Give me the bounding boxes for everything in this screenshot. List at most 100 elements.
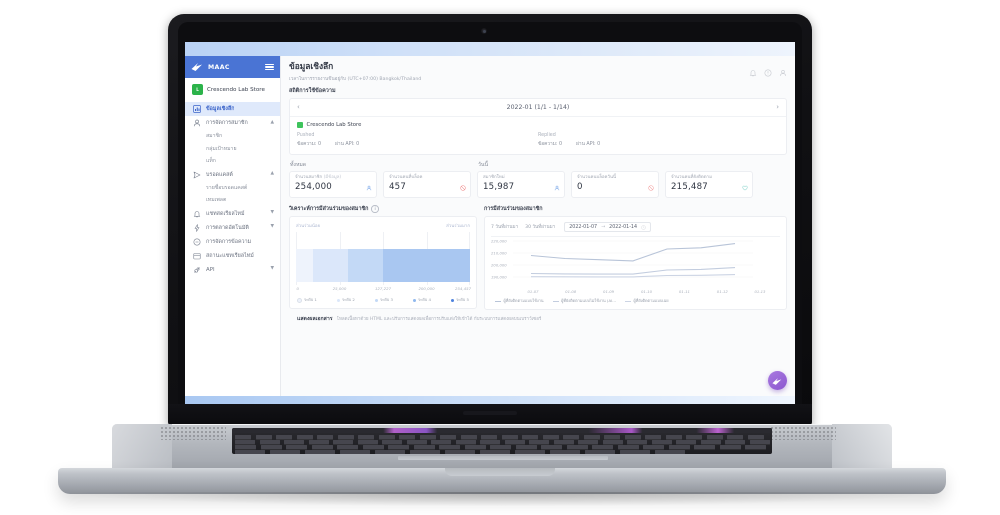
bell-icon (192, 210, 201, 218)
metric-messages: ข้อความ: 0 (538, 142, 563, 147)
user-icon (192, 119, 201, 127)
sidebar-subitem-template[interactable]: เทมเพลต (185, 194, 280, 207)
user-icon (366, 176, 372, 190)
x-tick: 01-08 (565, 289, 577, 294)
x-tick: 254,457 (454, 286, 472, 291)
section-label-message-stats: สถิติการใช้ข้อความ (289, 88, 336, 94)
chevron-up-icon[interactable]: ▲ (270, 172, 274, 177)
sidebar-subitem-tags[interactable]: แท็ก (185, 155, 280, 168)
y-axis-labels: 220,000 210,000 200,000 190,000 (491, 237, 513, 285)
x-tick: 01-12 (716, 289, 728, 294)
date-range-picker[interactable]: 2022-01-07 → 2022-01-14 (564, 222, 652, 232)
column-metrics: ข้อความ: 0 ผ่าน API: 0 (297, 140, 538, 148)
legend-item[interactable]: ระดับ 3 (375, 297, 393, 303)
x-tick: 01-09 (603, 289, 615, 294)
stat-card-new-members: สมาชิกใหม่ 15,987 (477, 171, 565, 198)
stats-group-label: ทั้งหมด (290, 162, 307, 168)
high-engagement-label: ส่วนร่วมมาก (446, 224, 470, 229)
stat-header: จำนวนคนบล็อควันนี้ (577, 175, 653, 181)
legend-item[interactable]: ระดับ 5 (451, 297, 469, 303)
sidebar-item-realtime-status[interactable]: สถานะแชทเรียลไทม์ (185, 249, 280, 263)
legend-item[interactable]: ระดับ 2 (337, 297, 355, 303)
calendar-icon (192, 252, 201, 260)
stat-value: 15,987 (483, 182, 515, 193)
chat-support-fab[interactable] (768, 371, 787, 390)
stat-header: จำนวนคนที่บล็อค (389, 174, 465, 181)
screen-top-gradient (185, 42, 795, 56)
series-line-idle (530, 274, 736, 278)
application-window: MAAC L Crescendo Lab Store ข้อมูลเชิงลึก… (185, 56, 795, 396)
sidebar-item-api[interactable]: API ▼ (185, 263, 280, 277)
sidebar-item-message-management[interactable]: การจัดการข้อความ (185, 235, 280, 249)
sidebar-subitem-broadcast-list[interactable]: รายชื่อบรอดแคสต์ (185, 182, 280, 195)
sidebar-subitem-members[interactable]: สมาชิก (185, 130, 280, 143)
sidebar-item-member-management[interactable]: การจัดการสมาชิก ▲ (185, 116, 280, 130)
store-badge: L (192, 84, 203, 95)
hamburger-menu-icon[interactable] (265, 63, 274, 71)
tab-7-days[interactable]: 7 วันที่ผ่านมา (491, 224, 518, 231)
replied-column: Replied ข้อความ: 0 ผ่าน API: 0 (538, 133, 779, 148)
send-icon (192, 171, 201, 179)
timezone-note: เวลาในการรายงานขึ้นอยู่กับ (UTC+07:00) B… (289, 77, 422, 82)
maac-logo-icon (191, 62, 204, 73)
store-selector[interactable]: L Crescendo Lab Store (185, 78, 280, 101)
user-icon (554, 176, 560, 190)
sidebar-item-marketing-automation[interactable]: การตลาดอัตโนมัติ ▼ (185, 221, 280, 235)
date-to: 2022-01-14 (609, 224, 638, 230)
sidebar-item-live-chat[interactable]: แชทสดเรียลไทม์ ▼ (185, 207, 280, 221)
chart-title: การมีส่วนร่วมของสมาชิก (484, 206, 543, 212)
engagement-line-chart: การมีส่วนร่วมของสมาชิก 7 วันที่ผ่านมา 30… (484, 205, 787, 310)
stat-label: จำนวนคนที่ยังติดตาม (671, 174, 712, 180)
sidebar-item-broadcast[interactable]: บรอดแคสต์ ▲ (185, 168, 280, 182)
chevron-up-icon[interactable]: ▲ (270, 120, 274, 126)
legend-item[interactable]: ผู้ที่ยังติดตามแบบเฉย (624, 298, 669, 304)
bar-chart-plot: 0 25,000 127,227 200,000 254,457 (296, 232, 472, 294)
legend-item[interactable]: ระดับ 1 (297, 297, 317, 303)
stat-value: 457 (389, 182, 407, 193)
x-tick: 01-11 (678, 289, 690, 294)
bell-icon[interactable] (749, 62, 757, 77)
line-chart-legend: ผู้ที่ยังติดตามแบบใช้งาน ผู้ที่ยังติดตาม… (491, 298, 780, 304)
stat-label: จำนวนคนที่บล็อค (389, 174, 423, 180)
bar-chart-end-labels: ส่วนร่วมน้อย ส่วนร่วมมาก (296, 222, 470, 229)
top-bar-actions (749, 62, 787, 77)
x-axis-labels: 01-07 01-08 01-09 01-10 01-11 01-12 01-1… (513, 289, 780, 296)
footer-note: แสดงผลเอกสาร โหลดเนื้อหาด้วย HTML และปรั… (289, 310, 787, 323)
sidebar-subitem-audience[interactable]: กลุ่มเป้าหมาย (185, 143, 280, 156)
date-card-body: Crescendo Lab Store Pushed ข้อความ: 0 ผ่… (290, 117, 786, 154)
stat-card-blocked: จำนวนคนที่บล็อค 457 (383, 171, 471, 198)
legend-item[interactable]: ผู้ที่ยังติดตามแบบไม่ใช้งาน (AI... (552, 298, 616, 304)
chart-title: วิเคราะห์การมีส่วนร่วมของสมาชิก i (289, 205, 477, 213)
chevron-down-icon[interactable]: ▼ (270, 225, 274, 230)
stats-group-today: วันนี้ สมาชิกใหม่ 15,987 จำนวนคนบล็อควัน… (477, 161, 753, 198)
base-notch (445, 468, 555, 476)
sidebar-item-insights[interactable]: ข้อมูลเชิงลึก (185, 102, 280, 116)
chevron-right-icon[interactable]: › (776, 104, 779, 111)
tab-30-days[interactable]: 30 วันที่ผ่านมา (525, 224, 555, 231)
laptop-screen: MAAC L Crescendo Lab Store ข้อมูลเชิงลึก… (185, 42, 795, 412)
chevron-down-icon[interactable]: ▼ (270, 211, 274, 216)
legend-item[interactable]: ผู้ที่ยังติดตามแบบใช้งาน (495, 298, 544, 304)
webcam-lens (482, 29, 486, 33)
date-separator: → (601, 224, 606, 230)
store-name: Crescendo Lab Store (306, 122, 362, 128)
date-summary-card: ‹ 2022-01 (1/1 - 1/14) › Crescendo Lab S… (289, 98, 787, 155)
chat-icon (192, 238, 201, 246)
charts-row: วิเคราะห์การมีส่วนร่วมของสมาชิก i ส่วนร่… (289, 205, 787, 310)
legend-item[interactable]: ระดับ 4 (413, 297, 431, 303)
help-icon[interactable] (764, 62, 772, 77)
account-icon[interactable] (779, 62, 787, 77)
x-tick: 0 (296, 286, 299, 291)
top-bar: ข้อมูลเชิงลึก (281, 56, 795, 77)
sidebar-item-label: การจัดการข้อความ (206, 238, 252, 245)
total-cards: จำนวนสมาชิก (มีข้อมูล) 254,000 จำนวนคนที… (289, 171, 471, 198)
speaker-grille-left (160, 426, 226, 440)
today-cards: สมาชิกใหม่ 15,987 จำนวนคนบล็อควันนี้ 0 จ… (477, 171, 753, 198)
block-icon (648, 176, 654, 191)
sidebar: MAAC L Crescendo Lab Store ข้อมูลเชิงลึก… (185, 56, 281, 396)
info-icon[interactable]: i (371, 205, 379, 213)
stat-value: 0 (577, 182, 583, 193)
footer-note-title: แสดงผลเอกสาร (297, 316, 333, 322)
chevron-down-icon[interactable]: ▼ (270, 267, 274, 272)
column-metrics: ข้อความ: 0 ผ่าน API: 0 (538, 140, 779, 148)
